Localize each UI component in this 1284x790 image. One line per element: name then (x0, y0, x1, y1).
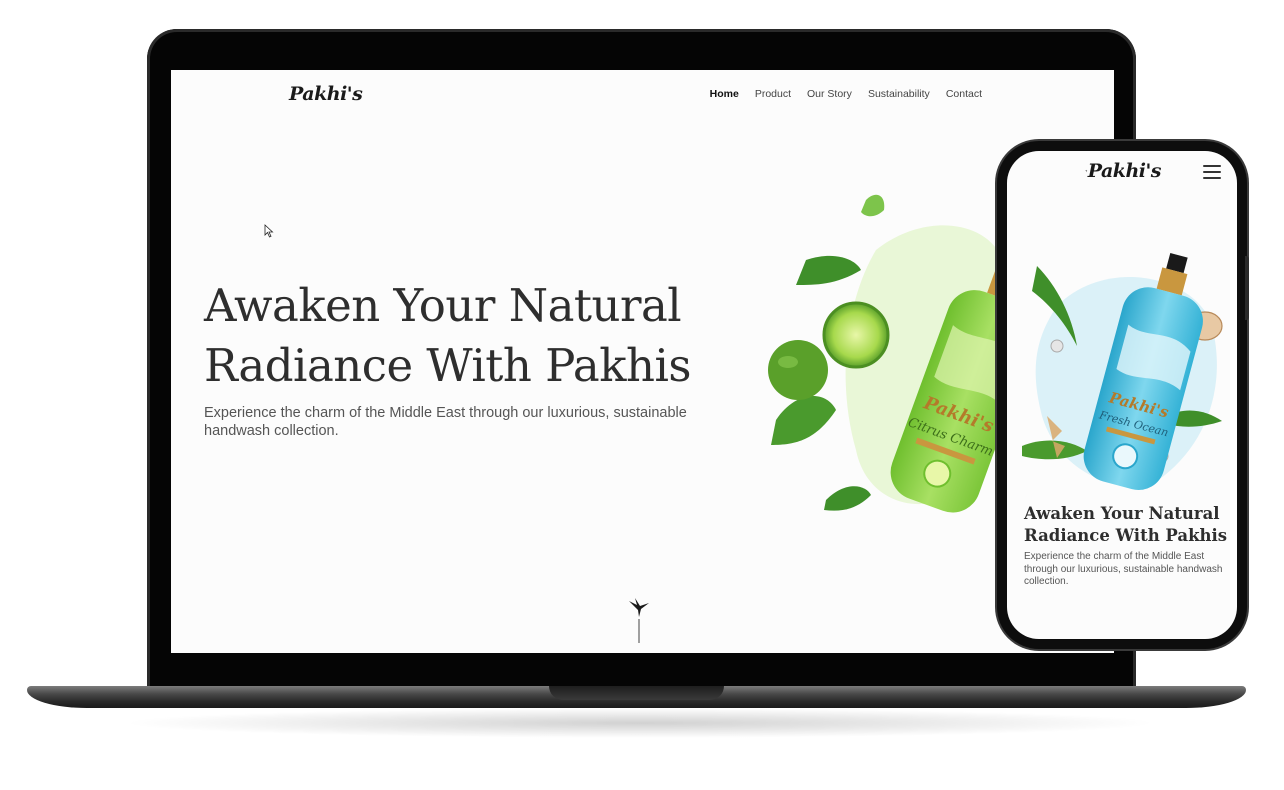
scroll-bird-icon[interactable] (627, 597, 653, 647)
nav-item-product[interactable]: Product (755, 88, 791, 100)
nav-item-home[interactable]: Home (710, 88, 739, 100)
mobile-hero-title-line2: Radiance With Pakhis (1024, 526, 1228, 545)
hero-title: Awaken Your Natural Radiance With Pakhis (204, 276, 764, 396)
mobile-logo[interactable]: Pakhi's (1085, 153, 1162, 189)
phone-side-button (1245, 256, 1249, 320)
product-image-ocean: Pakhi's Fresh Ocean (1022, 253, 1223, 491)
laptop-shadow (120, 708, 1160, 738)
mobile-logo-text: Pakhi's (1087, 160, 1162, 182)
mobile-hero-title: Awaken Your Natural Radiance With Pakhis (1024, 503, 1229, 547)
mobile-hero-title-line1: Awaken Your Natural (1024, 504, 1220, 523)
site-logo[interactable]: Pakhi's (289, 76, 363, 112)
nav-item-contact[interactable]: Contact (946, 88, 982, 100)
mobile-hero-subtitle: Experience the charm of the Middle East … (1024, 551, 1223, 587)
nav-item-our-story[interactable]: Our Story (807, 88, 852, 100)
hero-title-line2: Radiance With Pakhis (204, 339, 691, 392)
hamburger-menu-icon[interactable] (1203, 165, 1221, 179)
hero-title-line1: Awaken Your Natural (204, 279, 682, 332)
mouse-cursor-icon (264, 224, 274, 238)
desktop-screen: Pakhi's Home Product Our Story Sustainab… (171, 70, 1114, 653)
hero-subtitle: Experience the charm of the Middle East … (204, 405, 687, 439)
mobile-screen: Pakhi's Pakhi's Fresh Ocean Awaken Your … (1007, 151, 1237, 639)
logo-text: Pakhi's (289, 83, 363, 105)
main-nav: Home Product Our Story Sustainability Co… (710, 88, 982, 100)
nav-item-sustainability[interactable]: Sustainability (868, 88, 930, 100)
laptop-notch (549, 686, 724, 700)
